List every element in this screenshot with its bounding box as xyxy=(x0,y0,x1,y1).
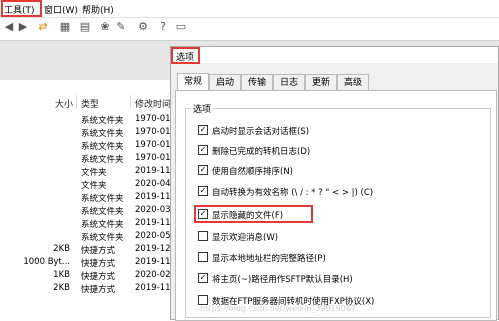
table-row[interactable]: 系统文件夹 1970-01-0 xyxy=(0,114,180,127)
column-header-modified[interactable]: 修改时间 xyxy=(135,97,171,110)
dialog-title-bar[interactable]: 选项 xyxy=(171,47,498,63)
checkbox[interactable]: ✓ xyxy=(198,186,208,196)
puzzle-icon[interactable]: ✎ xyxy=(114,20,128,34)
checkbox[interactable]: ✓ xyxy=(198,145,208,155)
menu-bar: 工具(T) 窗口(W) 帮助(H) xyxy=(0,0,499,18)
tab-startup[interactable]: 启动 xyxy=(209,74,241,90)
checkbox[interactable] xyxy=(198,252,208,262)
toolbar: ◀ ▶ ⇄ ▦ ▤ ❀ ✎ ⚙ ? ▭ xyxy=(0,18,499,38)
table-row[interactable]: 系统文件夹 2019-11-1 xyxy=(0,192,180,205)
checkbox[interactable]: ✓ xyxy=(198,273,208,283)
column-separator xyxy=(76,95,77,109)
table-row[interactable]: 系统文件夹 2020-05-1 xyxy=(0,231,180,244)
settings-icon[interactable]: ⚙ xyxy=(136,20,150,34)
highlight-box-tools-menu xyxy=(1,0,42,17)
tab-general[interactable]: 常规 xyxy=(177,73,209,91)
column-separator xyxy=(130,95,131,109)
tab-update[interactable]: 更新 xyxy=(305,74,337,90)
tab-transfer[interactable]: 传输 xyxy=(241,74,273,90)
table-row[interactable]: 文件夹 2019-11-1 xyxy=(0,166,180,179)
table-row[interactable]: 1000 Byt... 快捷方式 2019-11-2 xyxy=(0,257,180,270)
back-arrow-icon[interactable]: ◀ xyxy=(2,20,16,34)
highlight-box-dialog-title xyxy=(171,47,200,64)
checkbox[interactable]: ✓ xyxy=(198,165,208,175)
forward-arrow-icon[interactable]: ▶ xyxy=(16,20,30,34)
menu-help[interactable]: 帮助(H) xyxy=(82,3,114,16)
file-list: 大小 类型 修改时间 系统文件夹 1970-01-0 系统文件夹 1970-01-0… xyxy=(0,80,180,320)
group-label: 选项 xyxy=(191,102,214,115)
table-row[interactable]: 2KB 快捷方式 2019-11-2 xyxy=(0,283,180,296)
table-row[interactable]: 文件夹 2020-04-1 xyxy=(0,179,180,192)
question-icon[interactable]: ? xyxy=(156,20,170,34)
sync-icon[interactable]: ⇄ xyxy=(36,20,50,34)
table-row[interactable]: 系统文件夹 1970-01-0 xyxy=(0,127,180,140)
highlight-box-show-hidden xyxy=(194,205,313,223)
checkbox[interactable] xyxy=(198,231,208,241)
puzzle-icon[interactable]: ❀ xyxy=(98,20,112,34)
chat-icon[interactable]: ▭ xyxy=(174,20,188,34)
table-row[interactable]: 系统文件夹 1970-01-0 xyxy=(0,153,180,166)
table-row[interactable]: 系统文件夹 2019-11-1 xyxy=(0,218,180,231)
table-row[interactable]: 2KB 快捷方式 2019-12-2 xyxy=(0,244,180,257)
tab-log[interactable]: 日志 xyxy=(273,74,305,90)
toolbar-icon[interactable]: ▦ xyxy=(58,20,72,34)
options-dialog: 选项 常规 启动 传输 日志 更新 高级 选项 ✓ 启动时显示会话对话框(S) … xyxy=(170,46,499,321)
watermark: https://blog.csdn.net/weixin_39919087 xyxy=(200,304,357,313)
table-row[interactable]: 系统文件夹 2020-03-1 xyxy=(0,205,180,218)
tab-advanced[interactable]: 高级 xyxy=(337,74,369,90)
menu-window[interactable]: 窗口(W) xyxy=(44,3,78,16)
table-row[interactable]: 1KB 快捷方式 2020-02-2 xyxy=(0,270,180,283)
column-header-type[interactable]: 类型 xyxy=(81,97,99,110)
table-row[interactable]: 系统文件夹 1970-01-0 xyxy=(0,140,180,153)
toolbar-icon[interactable]: ▤ xyxy=(78,20,92,34)
column-header-size[interactable]: 大小 xyxy=(55,97,73,110)
checkbox[interactable]: ✓ xyxy=(198,125,208,135)
